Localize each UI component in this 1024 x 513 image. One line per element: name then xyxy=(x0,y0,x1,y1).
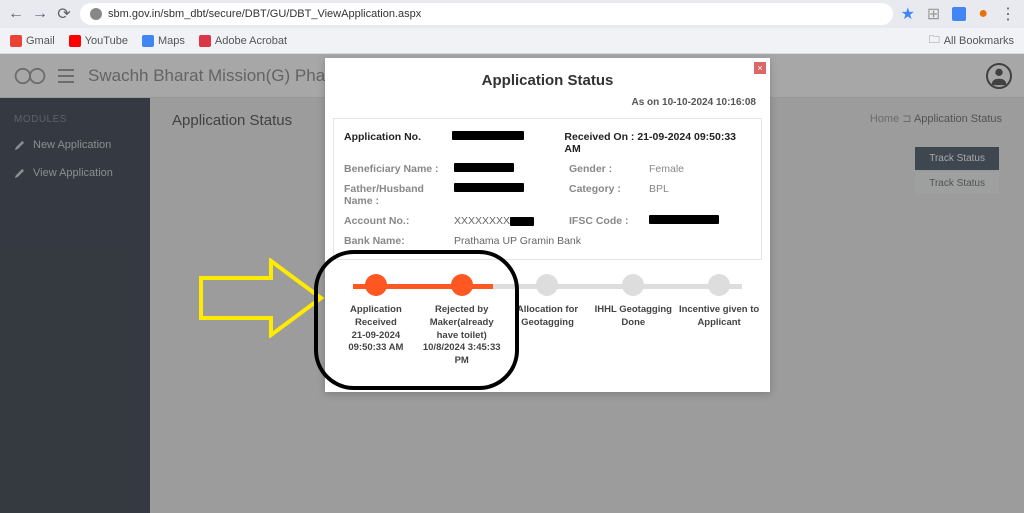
extension-icon[interactable]: ⊞ xyxy=(927,4,940,24)
redacted-value xyxy=(452,131,524,140)
sidebar: MODULES New Application View Application xyxy=(0,98,150,513)
redacted-value xyxy=(454,183,524,192)
acrobat-icon xyxy=(199,35,211,47)
detail-row: Application No. Received On : 21-09-2024… xyxy=(344,127,751,159)
gmail-icon xyxy=(10,35,22,47)
pencil-icon xyxy=(14,168,25,179)
detail-row: Father/Husband Name : Category : BPL xyxy=(344,179,751,211)
bookmark-gmail[interactable]: Gmail xyxy=(10,35,55,47)
sidebar-item-new-application[interactable]: New Application xyxy=(0,131,150,159)
breadcrumb-current: Application Status xyxy=(914,113,1002,125)
bookmarks-bar: Gmail YouTube Maps Adobe Acrobat 🗀All Bo… xyxy=(0,28,1024,54)
breadcrumb: Home ⊐ Application Status xyxy=(870,112,1002,125)
step-dot-inactive xyxy=(536,274,558,296)
step-dot-inactive xyxy=(708,274,730,296)
sbm-logo-icon xyxy=(12,64,48,88)
detail-row: Beneficiary Name : Gender : Female xyxy=(344,159,751,179)
timeline-step-incentive: Incentive given to Applicant xyxy=(676,274,762,368)
bookmark-maps[interactable]: Maps xyxy=(142,35,185,47)
youtube-icon xyxy=(69,35,81,47)
browser-toolbar: ← → ⟳ sbm.gov.in/sbm_dbt/secure/DBT/GU/D… xyxy=(0,0,1024,28)
bookmark-youtube[interactable]: YouTube xyxy=(69,35,128,47)
site-info-icon xyxy=(90,8,102,20)
modal-title: Application Status xyxy=(325,58,770,97)
user-avatar-icon[interactable] xyxy=(986,63,1012,89)
as-on-timestamp: As on 10-10-2024 10:16:08 xyxy=(325,97,770,118)
annotation-highlight-oval xyxy=(314,250,519,390)
redacted-value xyxy=(649,215,719,224)
detail-row: Bank Name: Prathama UP Gramin Bank xyxy=(344,231,751,251)
star-icon[interactable]: ★ xyxy=(901,4,915,24)
folder-icon: 🗀 xyxy=(929,31,940,50)
track-status-button[interactable]: Track Status xyxy=(915,147,999,170)
all-bookmarks[interactable]: 🗀All Bookmarks xyxy=(929,31,1014,50)
url-text: sbm.gov.in/sbm_dbt/secure/DBT/GU/DBT_Vie… xyxy=(108,8,421,20)
profile-icon[interactable]: ⋮ xyxy=(1000,4,1016,24)
extension-area: ★ ⊞ ● ⋮ xyxy=(901,4,1016,24)
address-bar[interactable]: sbm.gov.in/sbm_dbt/secure/DBT/GU/DBT_Vie… xyxy=(80,3,893,25)
track-badges: Track Status Track Status xyxy=(915,147,999,197)
sidebar-item-view-application[interactable]: View Application xyxy=(0,159,150,187)
maps-icon xyxy=(142,35,154,47)
breadcrumb-home[interactable]: Home xyxy=(870,113,899,125)
menu-toggle[interactable] xyxy=(58,69,74,83)
redacted-value xyxy=(510,217,534,226)
back-button[interactable]: ← xyxy=(8,6,24,22)
sidebar-header: MODULES xyxy=(0,108,150,131)
translate-icon[interactable] xyxy=(952,7,966,21)
bookmark-acrobat[interactable]: Adobe Acrobat xyxy=(199,35,287,47)
track-status-button-2[interactable]: Track Status xyxy=(915,172,999,195)
forward-button[interactable]: → xyxy=(32,6,48,22)
timeline-step-geotagging: IHHL Geotagging Done xyxy=(590,274,676,368)
redacted-value xyxy=(454,163,514,172)
pencil-icon xyxy=(14,140,25,151)
close-icon[interactable]: × xyxy=(754,62,766,74)
application-details: Application No. Received On : 21-09-2024… xyxy=(333,118,762,260)
step-dot-inactive xyxy=(622,274,644,296)
app-title: Swachh Bharat Mission(G) Pha xyxy=(88,66,325,86)
annotation-arrow-icon xyxy=(196,258,326,338)
reload-button[interactable]: ⟳ xyxy=(56,6,72,22)
menu-icon[interactable]: ● xyxy=(978,5,988,23)
detail-row: Account No.: XXXXXXXX IFSC Code : xyxy=(344,211,751,231)
